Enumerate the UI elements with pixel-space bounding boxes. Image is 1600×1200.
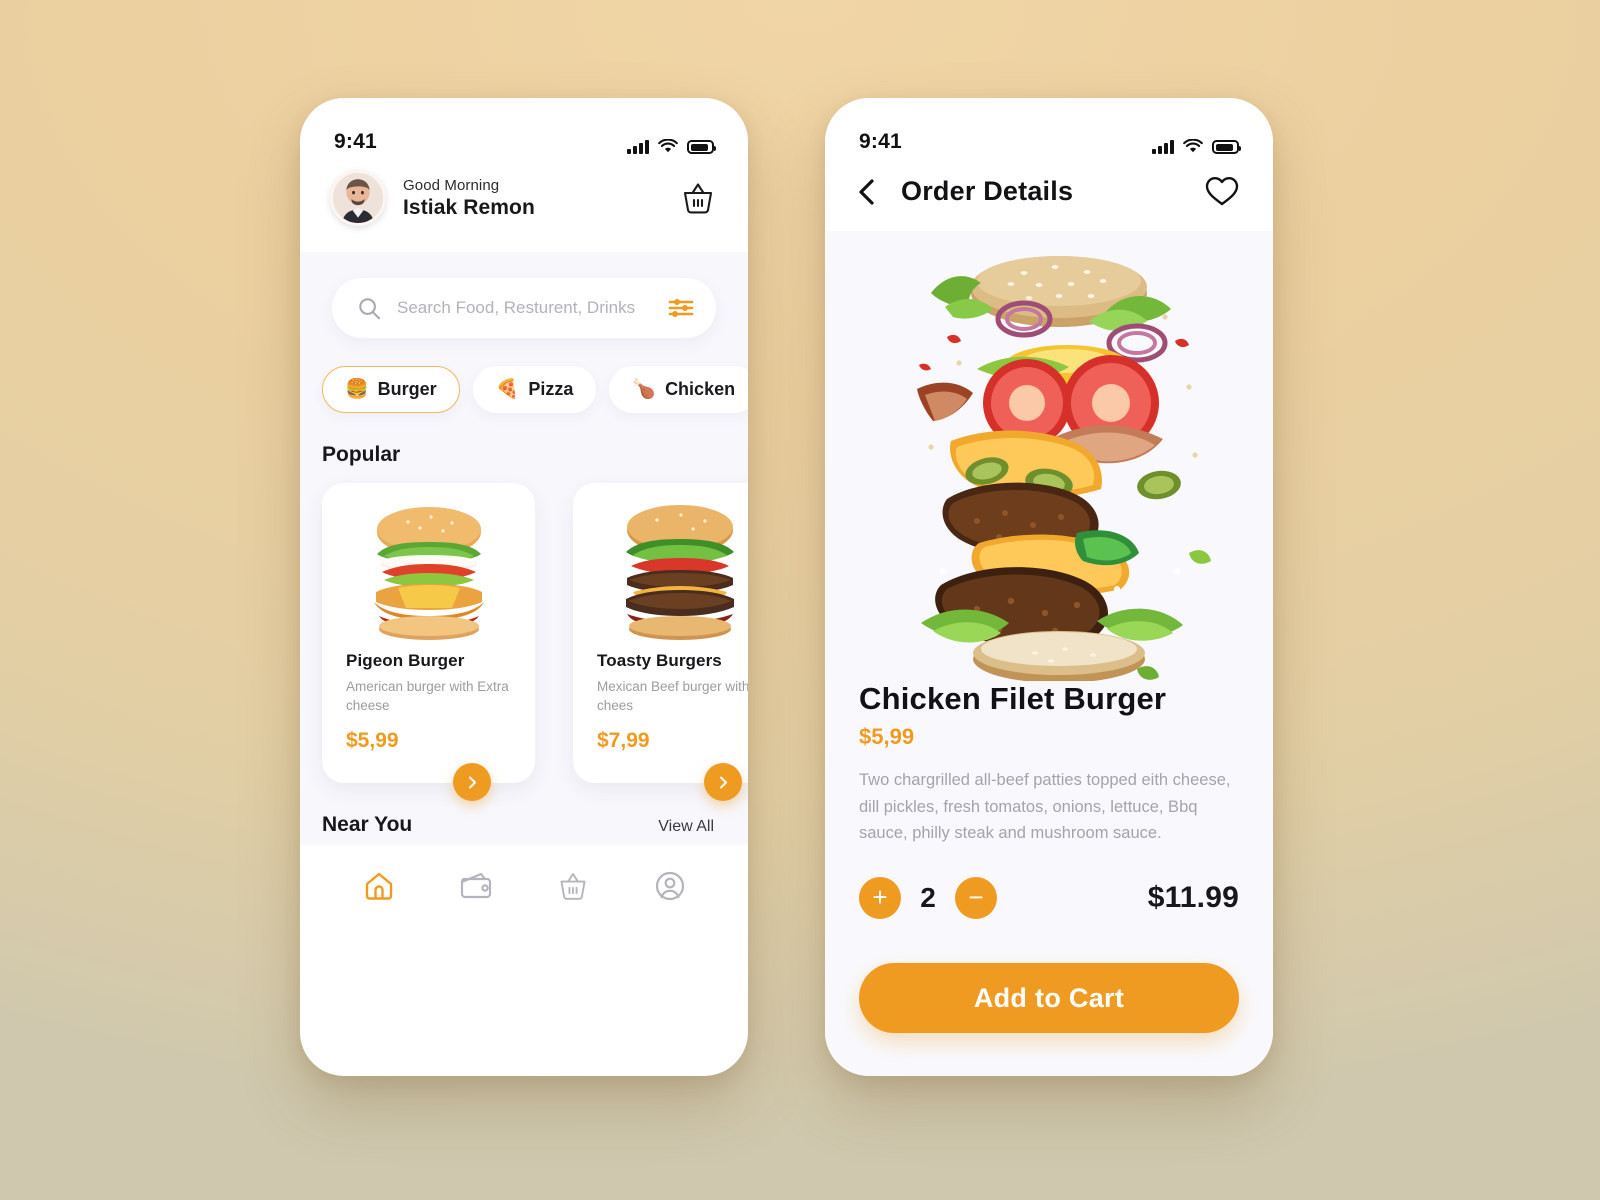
status-time: 9:41 (334, 130, 377, 153)
food-card[interactable]: Pigeon Burger American burger with Extra… (322, 483, 535, 802)
greeting-text: Good Morning (403, 176, 500, 194)
filter-sliders-icon[interactable] (668, 297, 694, 319)
home-content: 🍔 Burger 🍕 Pizza 🍗 Chicken 🍟 Fries Popul… (300, 252, 748, 943)
status-icons (627, 139, 716, 154)
food-card[interactable]: Toasty Burgers Mexican Beef burger with … (573, 483, 748, 802)
decrease-quantity-button[interactable]: − (955, 877, 997, 920)
tab-cart[interactable] (545, 862, 601, 910)
food-image (322, 495, 535, 645)
popular-section-header: Popular (300, 413, 748, 467)
quantity-row: + 2 − $11.99 (859, 877, 1239, 920)
heart-icon (1205, 177, 1239, 206)
bottom-tab-bar (300, 845, 748, 943)
search-bar[interactable] (332, 278, 716, 338)
status-bar-detail: 9:41 (825, 98, 1273, 160)
view-all-link[interactable]: View All (658, 818, 714, 836)
popular-card-list: Pigeon Burger American burger with Extra… (300, 467, 748, 802)
food-name: Pigeon Burger (346, 651, 465, 670)
basket-icon (560, 873, 585, 900)
user-name: Istiak Remon (403, 195, 535, 219)
food-price: $7,99 (597, 729, 650, 753)
greeting-block: Good Morning Istiak Remon (330, 170, 535, 226)
chevron-left-icon (859, 178, 874, 205)
cellular-signal-icon (1152, 139, 1174, 154)
back-button[interactable] (855, 177, 879, 207)
basket-icon (683, 183, 713, 214)
search-input[interactable] (397, 298, 652, 318)
wifi-icon (1183, 139, 1203, 153)
detail-content: Chicken Filet Burger $5,99 Two chargrill… (825, 231, 1273, 1076)
page-title: Order Details (901, 176, 1074, 206)
beef-burger-photo (626, 504, 734, 640)
food-name: Toasty Burgers (597, 651, 722, 670)
chicken-burger-photo (374, 506, 484, 640)
battery-icon (687, 140, 716, 154)
dish-info: Chicken Filet Burger $5,99 Two chargrill… (825, 681, 1273, 920)
cart-button[interactable] (680, 180, 716, 216)
pizza-emoji-icon: 🍕 (495, 379, 520, 400)
status-time: 9:41 (859, 130, 902, 153)
burger-emoji-icon: 🍔 (345, 379, 369, 400)
tab-wallet[interactable] (448, 862, 504, 910)
dish-name: Chicken Filet Burger (859, 681, 1167, 716)
search-icon (359, 297, 381, 319)
food-description: American burger with Extra cheese (346, 679, 509, 714)
near-you-section-header: Near You View All (300, 783, 748, 837)
dish-description: Two chargrilled all-beef patties topped … (859, 771, 1231, 843)
exploded-burger-photo (917, 256, 1211, 681)
category-chip-label: Pizza (528, 379, 574, 399)
quantity-value: 2 (920, 882, 936, 914)
tab-home[interactable] (351, 862, 407, 910)
home-screen-phone: 9:41 Good Morning Istiak Remon Search Fo… (300, 98, 748, 1076)
category-chip-chicken[interactable]: 🍗 Chicken (609, 366, 748, 413)
food-price: $5,99 (346, 729, 399, 753)
user-circle-icon (655, 871, 684, 901)
tab-profile[interactable] (642, 862, 698, 910)
search-section (300, 252, 748, 338)
favorite-button[interactable] (1205, 176, 1239, 207)
wallet-icon (460, 872, 491, 899)
battery-icon (1212, 140, 1241, 154)
avatar[interactable] (330, 170, 386, 226)
near-you-title: Near You (322, 813, 413, 837)
category-chip-burger[interactable]: 🍔 Burger (322, 366, 460, 413)
dish-price: $5,99 (859, 724, 915, 749)
popular-title: Popular (322, 443, 401, 466)
chevron-right-icon (719, 776, 727, 789)
order-details-phone: 9:41 Order Details Chicken Filet Burger … (825, 98, 1273, 1076)
status-bar-home: 9:41 (300, 98, 748, 160)
category-chip-label: Chicken (665, 379, 736, 399)
food-image (573, 495, 748, 645)
status-icons (1152, 139, 1241, 154)
detail-header: Order Details (825, 160, 1273, 231)
increase-quantity-button[interactable]: + (859, 877, 901, 920)
hero-image-area (825, 231, 1273, 681)
home-header: Good Morning Istiak Remon (300, 160, 748, 252)
category-chip-pizza[interactable]: 🍕 Pizza (472, 366, 597, 413)
wifi-icon (658, 139, 678, 153)
chicken-emoji-icon: 🍗 (632, 379, 657, 400)
category-chip-label: Burger (377, 379, 437, 399)
quantity-stepper: + 2 − (859, 877, 997, 920)
category-chip-list: 🍔 Burger 🍕 Pizza 🍗 Chicken 🍟 Fries (300, 338, 748, 413)
food-description: Mexican Beef burger with chees (597, 679, 748, 714)
cellular-signal-icon (627, 139, 649, 154)
home-icon (365, 872, 392, 900)
add-to-cart-button[interactable]: Add to Cart (859, 963, 1239, 1034)
total-price: $11.99 (1147, 881, 1239, 915)
chevron-right-icon (468, 776, 476, 789)
